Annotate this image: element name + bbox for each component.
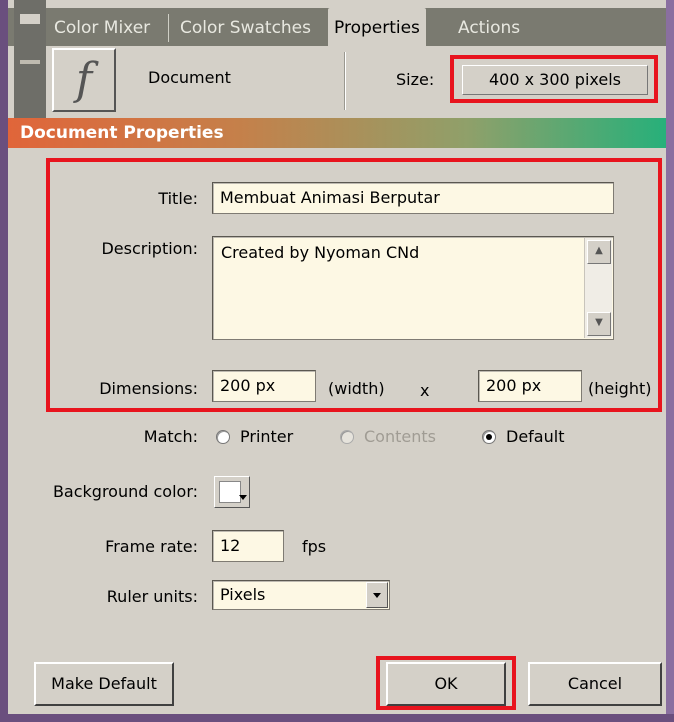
tab-color-mixer[interactable]: Color Mixer xyxy=(48,10,156,46)
match-contents-label: Contents xyxy=(364,427,436,446)
match-default-label[interactable]: Default xyxy=(506,424,564,450)
window-frame-left xyxy=(0,0,8,722)
dialog-titlebar[interactable]: Document Properties xyxy=(8,118,666,148)
dialog-title: Document Properties xyxy=(20,123,224,143)
description-text: Created by Nyoman CNd xyxy=(221,243,420,262)
height-suffix: (height) xyxy=(588,379,652,398)
dimension-x-separator: x xyxy=(420,381,430,400)
cancel-button[interactable]: Cancel xyxy=(528,662,662,706)
tab-properties[interactable]: Properties xyxy=(328,8,426,48)
title-field[interactable]: Membuat Animasi Berputar xyxy=(212,182,614,214)
title-label: Title: xyxy=(158,189,198,208)
flash-icon: f xyxy=(52,48,116,112)
dimensions-label: Dimensions: xyxy=(99,379,198,398)
ruler-units-select[interactable]: Pixels xyxy=(212,580,390,610)
document-label: Document xyxy=(148,68,231,87)
description-field[interactable]: Created by Nyoman CNd xyxy=(212,236,614,340)
width-suffix: (width) xyxy=(328,379,385,398)
frame-rate-field[interactable]: 12 xyxy=(212,530,284,562)
match-default-radio[interactable] xyxy=(482,430,496,444)
panel-gripper[interactable] xyxy=(14,0,46,118)
window-frame-bottom xyxy=(0,714,674,722)
size-button[interactable]: 400 x 300 pixels xyxy=(462,65,648,95)
match-printer-radio[interactable] xyxy=(216,430,230,444)
ruler-units-label: Ruler units: xyxy=(106,587,198,606)
ruler-units-dropdown-button[interactable] xyxy=(366,582,388,608)
tab-separator xyxy=(168,14,169,42)
width-field[interactable]: 200 px xyxy=(212,370,316,402)
chevron-down-icon xyxy=(239,495,247,500)
chevron-down-icon xyxy=(373,593,381,598)
scroll-down-icon[interactable]: ▼ xyxy=(587,312,611,336)
match-printer-label[interactable]: Printer xyxy=(240,424,293,450)
height-field[interactable]: 200 px xyxy=(478,370,582,402)
match-contents-radio xyxy=(340,430,354,444)
description-label: Description: xyxy=(101,239,198,258)
size-label: Size: xyxy=(396,70,435,89)
window-frame-right xyxy=(666,0,674,722)
fps-label: fps xyxy=(302,537,327,556)
size-highlight: 400 x 300 pixels xyxy=(450,55,658,103)
scroll-up-icon[interactable]: ▲ xyxy=(587,240,611,264)
frame-rate-label: Frame rate: xyxy=(105,537,198,556)
background-color-swatch[interactable] xyxy=(214,476,250,508)
tab-color-swatches[interactable]: Color Swatches xyxy=(174,10,317,46)
background-color-label: Background color: xyxy=(52,482,198,501)
tab-actions[interactable]: Actions xyxy=(452,10,526,46)
make-default-button[interactable]: Make Default xyxy=(34,662,174,706)
ok-button[interactable]: OK xyxy=(386,662,506,706)
match-label: Match: xyxy=(143,427,198,446)
panel-divider xyxy=(344,52,346,110)
description-scrollbar[interactable]: ▲ ▼ xyxy=(584,238,612,338)
